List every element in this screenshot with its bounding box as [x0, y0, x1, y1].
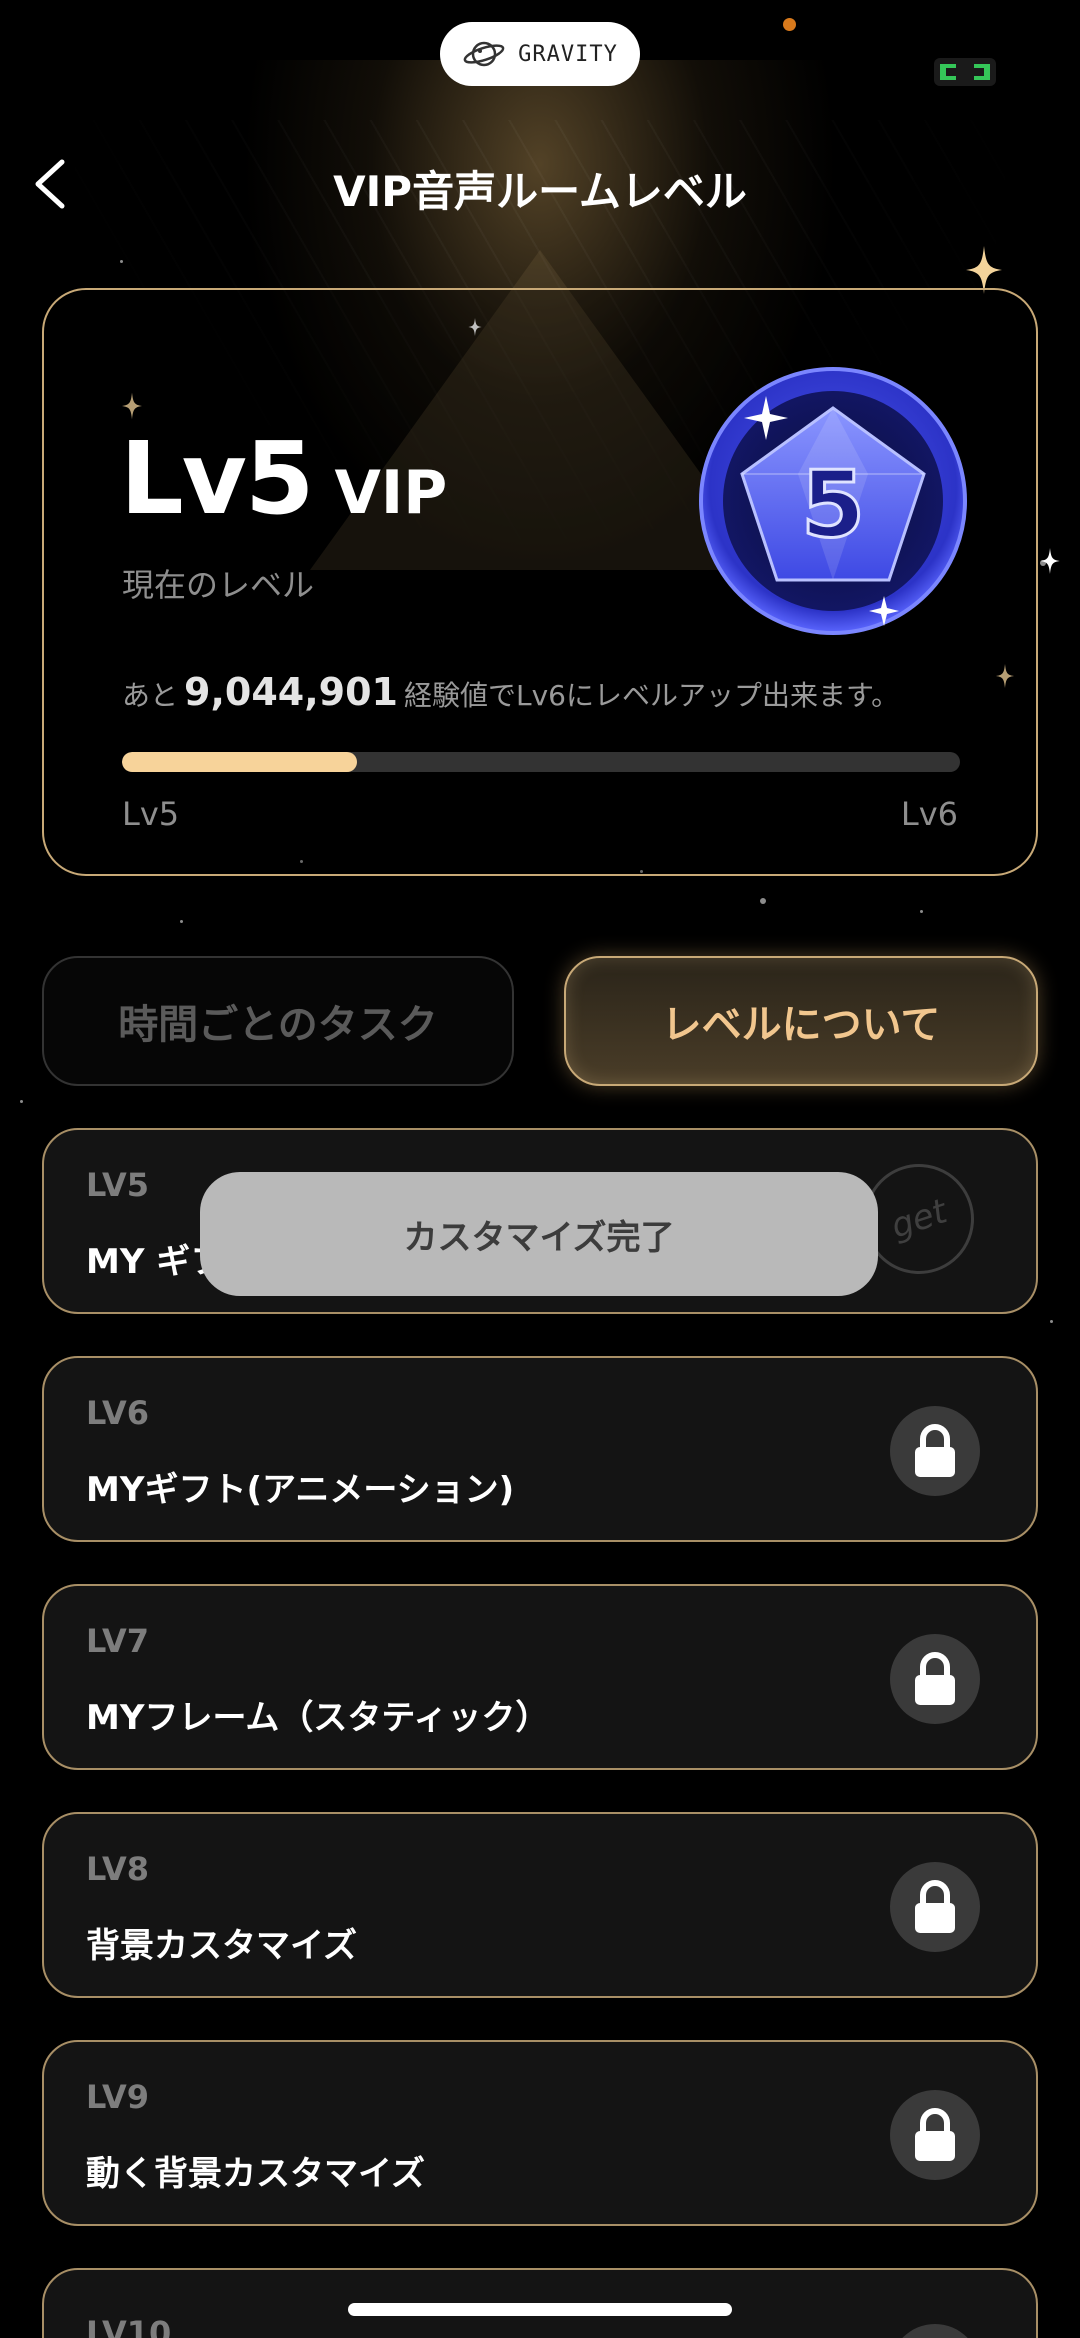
level-display: Lv5 VIP — [120, 420, 447, 537]
reward-level: LV8 — [86, 1850, 150, 1888]
current-level-label: 現在のレベル — [122, 566, 315, 604]
reward-item-lv8: LV8 背景カスタマイズ — [42, 1812, 1038, 1998]
reward-level: LV5 — [86, 1166, 150, 1204]
progress-end-level: Lv6 — [900, 795, 958, 833]
reward-item-lv6: LV6 MYギフト(アニメーション) — [42, 1356, 1038, 1542]
reward-name: 動く背景カスタマイズ — [86, 2154, 425, 2194]
reward-item-lv9: LV9 動く背景カスタマイズ — [42, 2040, 1038, 2226]
vip-label: VIP — [334, 458, 448, 528]
lock-button[interactable] — [890, 2324, 980, 2338]
reward-level: LV6 — [86, 1394, 150, 1432]
privacy-indicator-dot — [783, 18, 796, 31]
app-name: GRAVITY — [518, 41, 618, 67]
star-dot — [120, 260, 123, 263]
reward-level: LV10 — [86, 2314, 172, 2338]
star-dot — [20, 1100, 23, 1103]
badge-number: 5 — [801, 451, 865, 558]
lock-icon — [915, 2108, 955, 2161]
home-indicator[interactable] — [348, 2303, 732, 2316]
tab-about-levels[interactable]: レベルについて — [564, 956, 1038, 1086]
reward-name: MYフレーム（スタティック） — [86, 1698, 550, 1738]
app-indicator-pill: GRAVITY — [440, 22, 640, 86]
status-bar: GRAVITY — [0, 0, 1080, 110]
current-level: Lv5 — [120, 420, 314, 537]
tab-hourly-tasks[interactable]: 時間ごとのタスク — [42, 956, 514, 1086]
star-dot — [180, 920, 183, 923]
lock-button[interactable] — [890, 2090, 980, 2180]
sparkle-icon — [966, 246, 1002, 294]
page-title: VIP音声ルームレベル — [333, 167, 747, 216]
sparkle-icon — [1040, 548, 1060, 574]
star-dot — [920, 910, 923, 913]
level-gem-badge: 5 — [699, 367, 967, 635]
reward-name: 背景カスタマイズ — [86, 1926, 357, 1966]
exp-remaining-text: あと 9,044,901 経験値でLv6にレベルアップ出来ます。 — [122, 670, 899, 714]
camera-indicator-icon — [934, 58, 996, 86]
lock-icon — [915, 1880, 955, 1933]
reward-level: LV7 — [86, 1622, 150, 1660]
reward-level: LV9 — [86, 2078, 150, 2116]
reward-item-lv7: LV7 MYフレーム（スタティック） — [42, 1584, 1038, 1770]
star-dot — [1050, 1320, 1053, 1323]
lock-icon — [915, 1652, 955, 1705]
lock-button[interactable] — [890, 1862, 980, 1952]
exp-prefix: あと — [122, 679, 179, 712]
exp-remaining-value: 9,044,901 — [184, 670, 398, 714]
exp-suffix: 経験値でLv6にレベルアップ出来ます。 — [403, 679, 900, 712]
header: VIP音声ルームレベル — [0, 140, 1080, 230]
lock-button[interactable] — [890, 1634, 980, 1724]
level-progress-bar — [122, 752, 960, 772]
planet-icon — [463, 41, 505, 67]
lock-button[interactable] — [890, 1406, 980, 1496]
level-card: Lv5 VIP 現在のレベル あと 9,044,901 経験値でLv6にレベルアップ… — [42, 288, 1038, 876]
reward-name: MYギフト(アニメーション) — [86, 1470, 515, 1510]
star-dot — [760, 898, 766, 904]
progress-start-level: Lv5 — [122, 795, 180, 833]
lock-icon — [915, 1424, 955, 1477]
level-progress-fill — [122, 752, 357, 772]
toast-message: カスタマイズ完了 — [200, 1172, 878, 1296]
